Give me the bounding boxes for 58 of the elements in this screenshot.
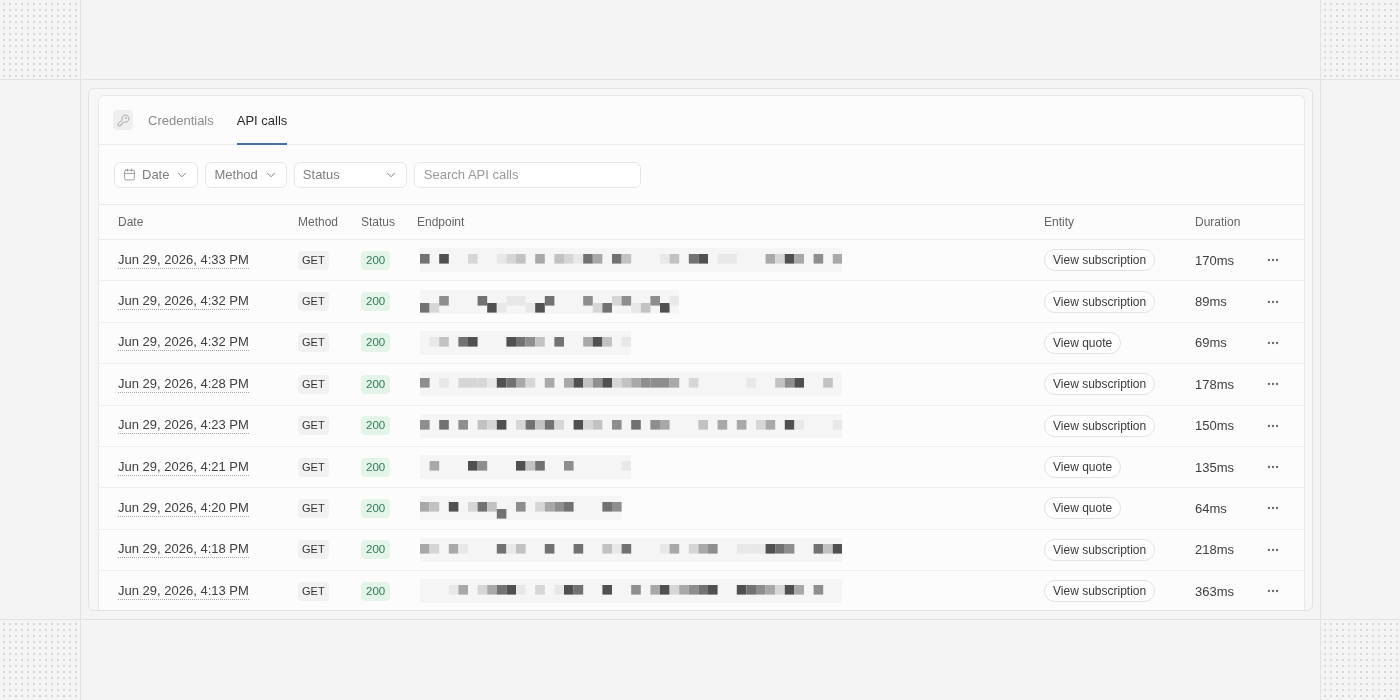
- column-header: Date: [118, 215, 144, 229]
- column-header: Method: [298, 215, 339, 229]
- date-text: Jun 29, 2026, 4:32 PM: [118, 293, 249, 311]
- date-text: Jun 29, 2026, 4:13 PM: [118, 582, 249, 600]
- filter-dropdown[interactable]: Status: [293, 161, 407, 188]
- duration-text: 178ms: [1195, 376, 1235, 392]
- method-tag: GET: [298, 498, 329, 518]
- column-header: Endpoint: [417, 215, 465, 229]
- status-tag: 200: [361, 250, 391, 270]
- date-text: Jun 29, 2026, 4:20 PM: [118, 499, 249, 517]
- method-tag: GET: [298, 250, 329, 270]
- duration-text: 64ms: [1195, 500, 1227, 516]
- method-tag: GET: [298, 292, 329, 312]
- filter-dropdown[interactable]: Method: [205, 161, 287, 188]
- duration-text: 363ms: [1195, 583, 1235, 599]
- entity-link-button[interactable]: View subscription: [1044, 373, 1156, 396]
- duration-text: 150ms: [1195, 418, 1235, 434]
- filter-dropdown[interactable]: Date: [114, 161, 199, 188]
- status-tag: 200: [361, 457, 391, 477]
- method-tag: GET: [298, 416, 329, 436]
- entity-link-button[interactable]: View quote: [1044, 456, 1122, 479]
- calendar-icon: [123, 168, 136, 181]
- entity-link-button[interactable]: View subscription: [1044, 538, 1156, 561]
- entity-link-button[interactable]: View subscription: [1044, 580, 1156, 603]
- status-tag: 200: [361, 374, 391, 394]
- status-tag: 200: [361, 416, 391, 436]
- duration-text: 218ms: [1195, 542, 1235, 558]
- duration-text: 170ms: [1195, 252, 1235, 268]
- entity-link-button[interactable]: View subscription: [1044, 249, 1156, 272]
- date-text: Jun 29, 2026, 4:28 PM: [118, 375, 249, 393]
- duration-text: 135ms: [1195, 459, 1235, 475]
- status-tag: 200: [361, 581, 391, 601]
- search-field[interactable]: Search API calls: [413, 161, 641, 188]
- entity-link-button[interactable]: View subscription: [1044, 290, 1156, 313]
- method-tag: GET: [298, 540, 329, 560]
- method-tag: GET: [298, 374, 329, 394]
- entity-link-button[interactable]: View quote: [1044, 497, 1122, 520]
- duration-text: 89ms: [1195, 294, 1227, 310]
- method-tag: GET: [298, 581, 329, 601]
- tab[interactable]: API calls: [236, 96, 288, 145]
- status-tag: 200: [361, 540, 391, 560]
- date-text: Jun 29, 2026, 4:33 PM: [118, 251, 249, 269]
- method-tag: GET: [298, 333, 329, 353]
- column-header: Status: [361, 215, 396, 229]
- key-icon: [113, 110, 133, 130]
- status-tag: 200: [361, 292, 391, 312]
- entity-link-button[interactable]: View quote: [1044, 331, 1122, 354]
- entity-link-button[interactable]: View subscription: [1044, 414, 1156, 437]
- method-tag: GET: [298, 457, 329, 477]
- status-tag: 200: [361, 333, 391, 353]
- column-header: Entity: [1044, 215, 1074, 229]
- date-text: Jun 29, 2026, 4:18 PM: [118, 541, 249, 559]
- duration-text: 69ms: [1195, 335, 1227, 351]
- column-header: Duration: [1195, 215, 1241, 229]
- date-text: Jun 29, 2026, 4:23 PM: [118, 417, 249, 435]
- status-tag: 200: [361, 498, 391, 518]
- date-text: Jun 29, 2026, 4:21 PM: [118, 458, 249, 476]
- date-text: Jun 29, 2026, 4:32 PM: [118, 334, 249, 352]
